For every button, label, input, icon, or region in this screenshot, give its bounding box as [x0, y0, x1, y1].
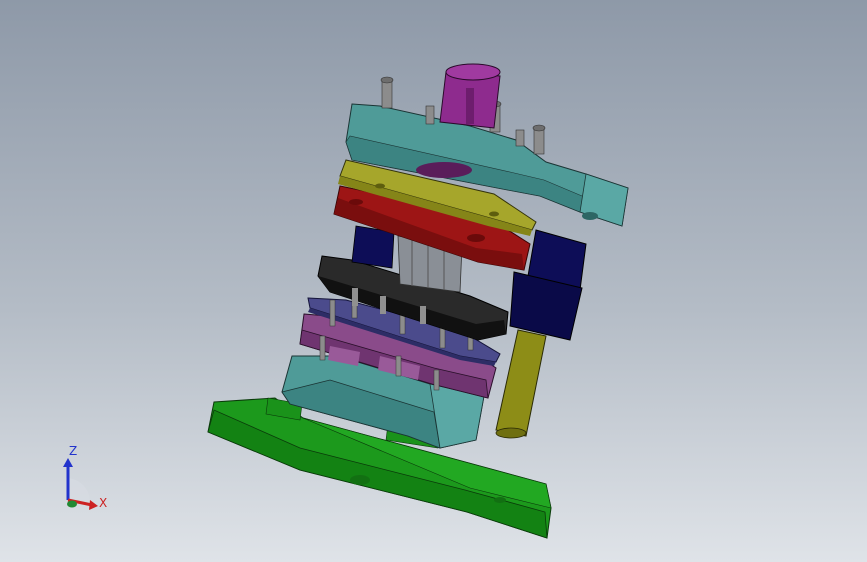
guide-post[interactable] — [495, 329, 547, 439]
x-axis-label: X — [99, 496, 107, 510]
shank[interactable] — [439, 63, 501, 129]
z-axis-label: Z — [69, 444, 77, 458]
die-assembly-model[interactable]: Z X — [0, 0, 867, 562]
cad-viewport[interactable]: Z X — [0, 0, 867, 562]
coordinate-triad: Z X — [63, 444, 107, 510]
y-axis-arrow — [67, 500, 77, 508]
